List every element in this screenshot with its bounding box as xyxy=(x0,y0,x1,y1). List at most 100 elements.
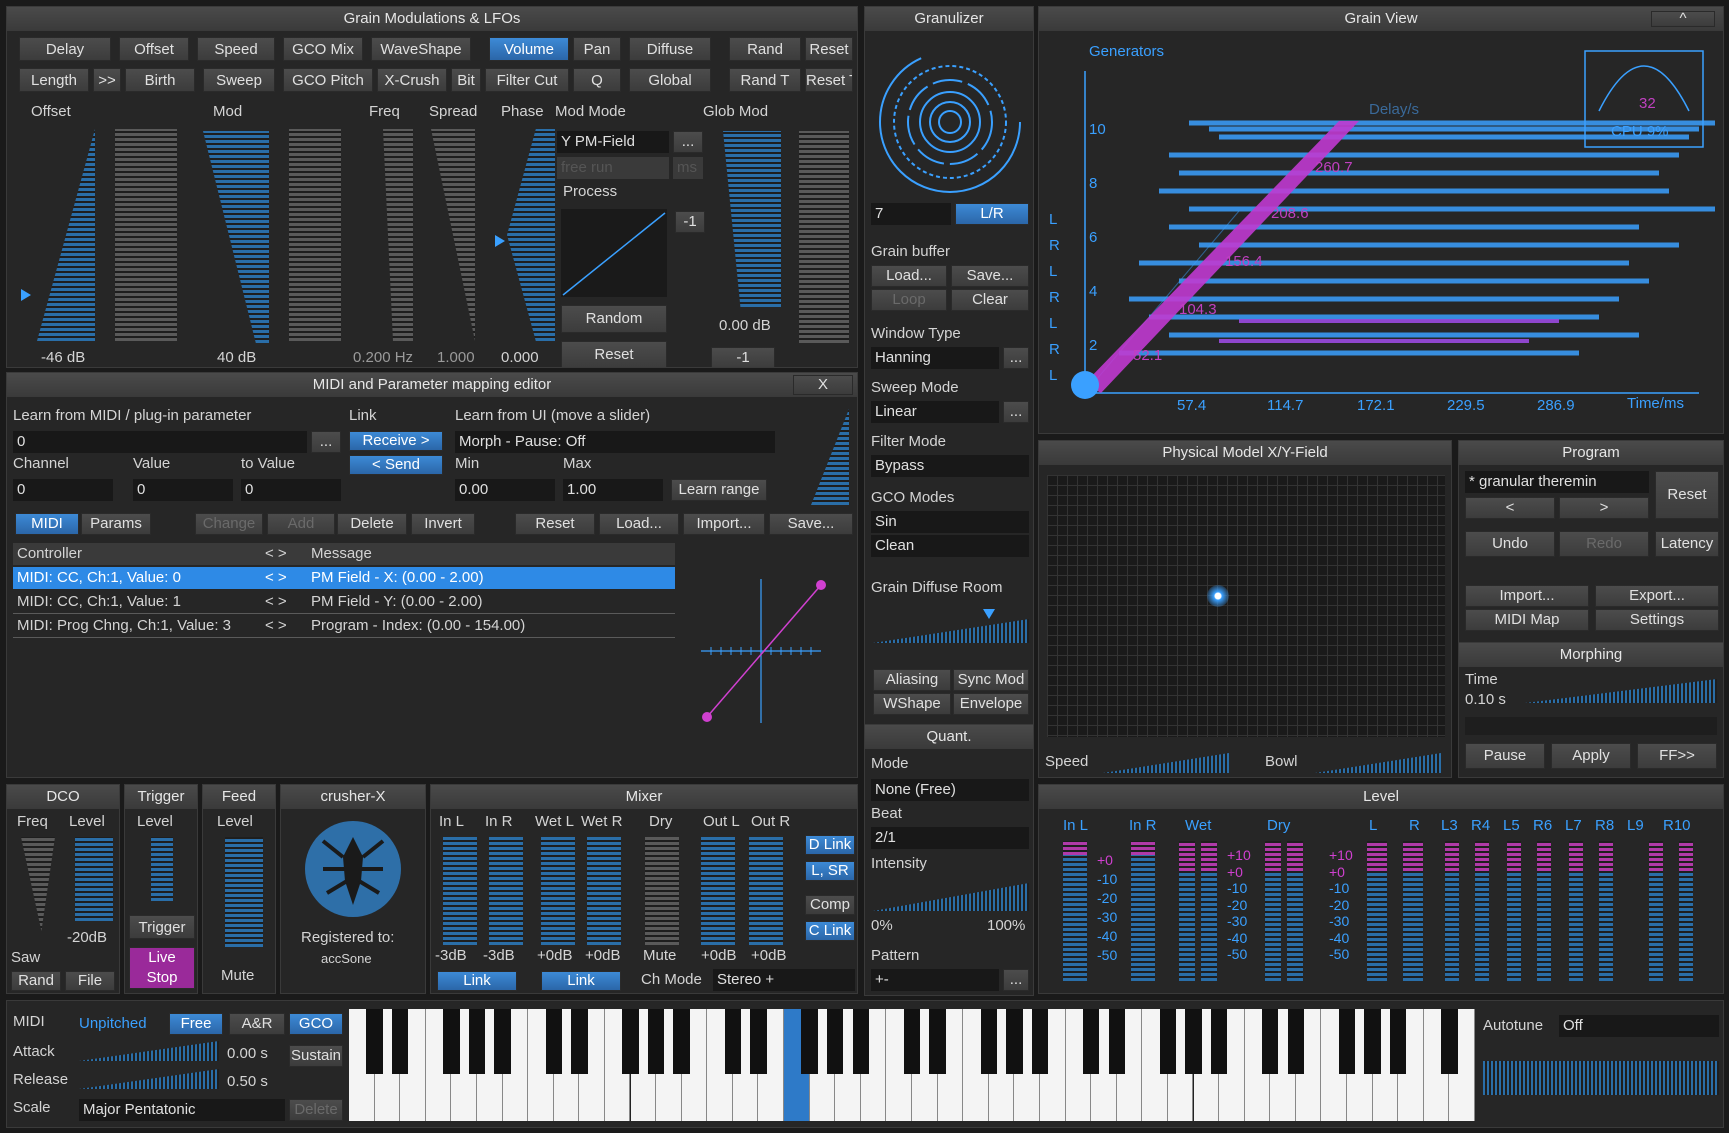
map-save-button[interactable]: Save... xyxy=(769,513,853,535)
free-run-field[interactable]: free run xyxy=(557,157,669,179)
piano-black-key[interactable] xyxy=(571,1009,588,1074)
export-button[interactable]: Export... xyxy=(1595,585,1719,607)
piano-keyboard[interactable] xyxy=(349,1009,1475,1121)
learn-ui-field[interactable]: Morph - Pause: Off xyxy=(455,431,775,453)
max-field[interactable]: 1.00 xyxy=(563,479,663,501)
program-reset-button[interactable]: Reset xyxy=(1655,471,1719,519)
params-tab[interactable]: Params xyxy=(81,513,151,535)
table-row[interactable]: MIDI: Prog Chng, Ch:1, Value: 3 < > Prog… xyxy=(13,615,675,638)
c-link-button[interactable]: C Link xyxy=(805,921,855,941)
mod-mode-more-button[interactable]: ... xyxy=(673,131,703,153)
release-slider[interactable] xyxy=(79,1069,219,1089)
trigger-button[interactable]: Trigger xyxy=(129,915,195,939)
mod-aux-fader[interactable] xyxy=(289,129,341,341)
mixer-in-r-fader[interactable] xyxy=(489,837,523,945)
freq-fader[interactable] xyxy=(383,129,413,341)
speed-button[interactable]: Speed xyxy=(197,37,275,61)
reset-button[interactable]: Reset xyxy=(805,37,853,61)
piano-black-key[interactable] xyxy=(1082,1009,1100,1074)
piano-black-key[interactable] xyxy=(929,1009,946,1074)
gco-mode-1-select[interactable]: Sin xyxy=(871,511,1029,533)
piano-black-key[interactable] xyxy=(366,1009,383,1074)
wet-link-button[interactable]: Link xyxy=(541,971,621,991)
bit-button[interactable]: Bit xyxy=(451,68,481,92)
dco-freq-fader[interactable] xyxy=(21,837,55,931)
dco-level-fader[interactable] xyxy=(75,837,113,921)
piano-black-key[interactable] xyxy=(750,1009,767,1074)
sustain-button[interactable]: Sustain xyxy=(289,1045,343,1067)
bowl-slider[interactable] xyxy=(1315,753,1441,773)
buffer-load-button[interactable]: Load... xyxy=(871,265,947,287)
scale-select[interactable]: Major Pentatonic xyxy=(79,1099,285,1121)
buffer-save-button[interactable]: Save... xyxy=(951,265,1029,287)
window-type-select[interactable]: Hanning xyxy=(871,347,999,369)
midi-map-button[interactable]: MIDI Map xyxy=(1465,609,1589,631)
autotune-select[interactable]: Off xyxy=(1559,1015,1719,1037)
morph-apply-button[interactable]: Apply xyxy=(1551,743,1631,769)
table-row[interactable]: MIDI: CC, Ch:1, Value: 1 < > PM Field - … xyxy=(13,591,675,614)
global-button[interactable]: Global xyxy=(629,68,711,92)
undo-button[interactable]: Undo xyxy=(1465,531,1555,557)
comp-button[interactable]: Comp xyxy=(805,895,855,915)
birth-button[interactable]: Birth xyxy=(125,68,195,92)
learn-midi-more-button[interactable]: ... xyxy=(311,431,341,453)
scale-delete-button[interactable]: Delete xyxy=(289,1099,343,1121)
morph-pause-button[interactable]: Pause xyxy=(1465,743,1545,769)
program-next-button[interactable]: > xyxy=(1559,497,1649,519)
sweep-mode-more-button[interactable]: ... xyxy=(1003,401,1029,423)
aliasing-button[interactable]: Aliasing xyxy=(873,669,951,691)
length-button[interactable]: Length xyxy=(19,68,89,92)
piano-black-key[interactable] xyxy=(622,1009,639,1074)
trigger-level-fader[interactable] xyxy=(151,837,173,901)
offset-button[interactable]: Offset xyxy=(119,37,189,61)
delete-button[interactable]: Delete xyxy=(337,513,407,535)
mod-mode-select[interactable]: Y PM-Field xyxy=(557,131,669,153)
piano-black-key[interactable] xyxy=(1006,1009,1023,1074)
piano-black-key[interactable] xyxy=(827,1009,844,1074)
piano-black-key[interactable] xyxy=(443,1009,460,1074)
glob-mod-aux-fader[interactable] xyxy=(799,131,849,343)
diffuse-room-handle[interactable] xyxy=(983,609,995,619)
phase-fader[interactable] xyxy=(507,129,555,341)
program-name-field[interactable]: * granular theremin xyxy=(1465,471,1649,493)
settings-button[interactable]: Settings xyxy=(1595,609,1719,631)
mixer-in-l-fader[interactable] xyxy=(443,837,477,945)
beat-select[interactable]: 2/1 xyxy=(871,827,1029,849)
program-prev-button[interactable]: < xyxy=(1465,497,1555,519)
q-button[interactable]: Q xyxy=(573,68,621,92)
gco-mode-2-select[interactable]: Clean xyxy=(871,535,1029,557)
attack-slider[interactable] xyxy=(79,1041,219,1061)
feed-level-fader[interactable] xyxy=(225,837,263,947)
delay-button[interactable]: Delay xyxy=(19,37,111,61)
piano-black-key[interactable] xyxy=(1210,1009,1228,1074)
window-type-more-button[interactable]: ... xyxy=(1003,347,1029,369)
offset-fader[interactable] xyxy=(37,129,95,341)
add-button[interactable]: Add xyxy=(267,513,335,535)
mixer-wet-r-fader[interactable] xyxy=(587,837,621,945)
redo-button[interactable]: Redo xyxy=(1559,531,1649,557)
diffuse-button[interactable]: Diffuse xyxy=(629,37,711,61)
x-crush-button[interactable]: X-Crush xyxy=(377,68,447,92)
sweep-mode-select[interactable]: Linear xyxy=(871,401,999,423)
rand-t-button[interactable]: Rand T xyxy=(729,68,801,92)
dco-file-button[interactable]: File xyxy=(65,971,115,991)
xy-cursor[interactable] xyxy=(1207,585,1229,607)
piano-black-key[interactable] xyxy=(852,1009,869,1074)
map-import-button[interactable]: Import... xyxy=(683,513,765,535)
midi-mapping-close-button[interactable]: X xyxy=(793,375,853,395)
process-curve[interactable] xyxy=(561,209,667,297)
piano-black-key[interactable] xyxy=(1159,1009,1177,1074)
piano-black-key[interactable] xyxy=(1364,1009,1381,1074)
buffer-clear-button[interactable]: Clear xyxy=(951,289,1029,311)
piano-black-key[interactable] xyxy=(1287,1009,1305,1074)
buffer-loop-button[interactable]: Loop xyxy=(871,289,947,311)
piano-black-key[interactable] xyxy=(801,1009,818,1074)
mod-fader[interactable] xyxy=(203,131,269,343)
map-load-button[interactable]: Load... xyxy=(599,513,679,535)
learn-midi-field[interactable]: 0 xyxy=(13,431,307,453)
pattern-more-button[interactable]: ... xyxy=(1003,969,1029,991)
piano-black-key[interactable] xyxy=(980,1009,997,1074)
piano-black-key[interactable] xyxy=(1262,1009,1279,1074)
l-sr-button[interactable]: L, SR xyxy=(805,861,855,881)
piano-black-key[interactable] xyxy=(1031,1009,1049,1074)
